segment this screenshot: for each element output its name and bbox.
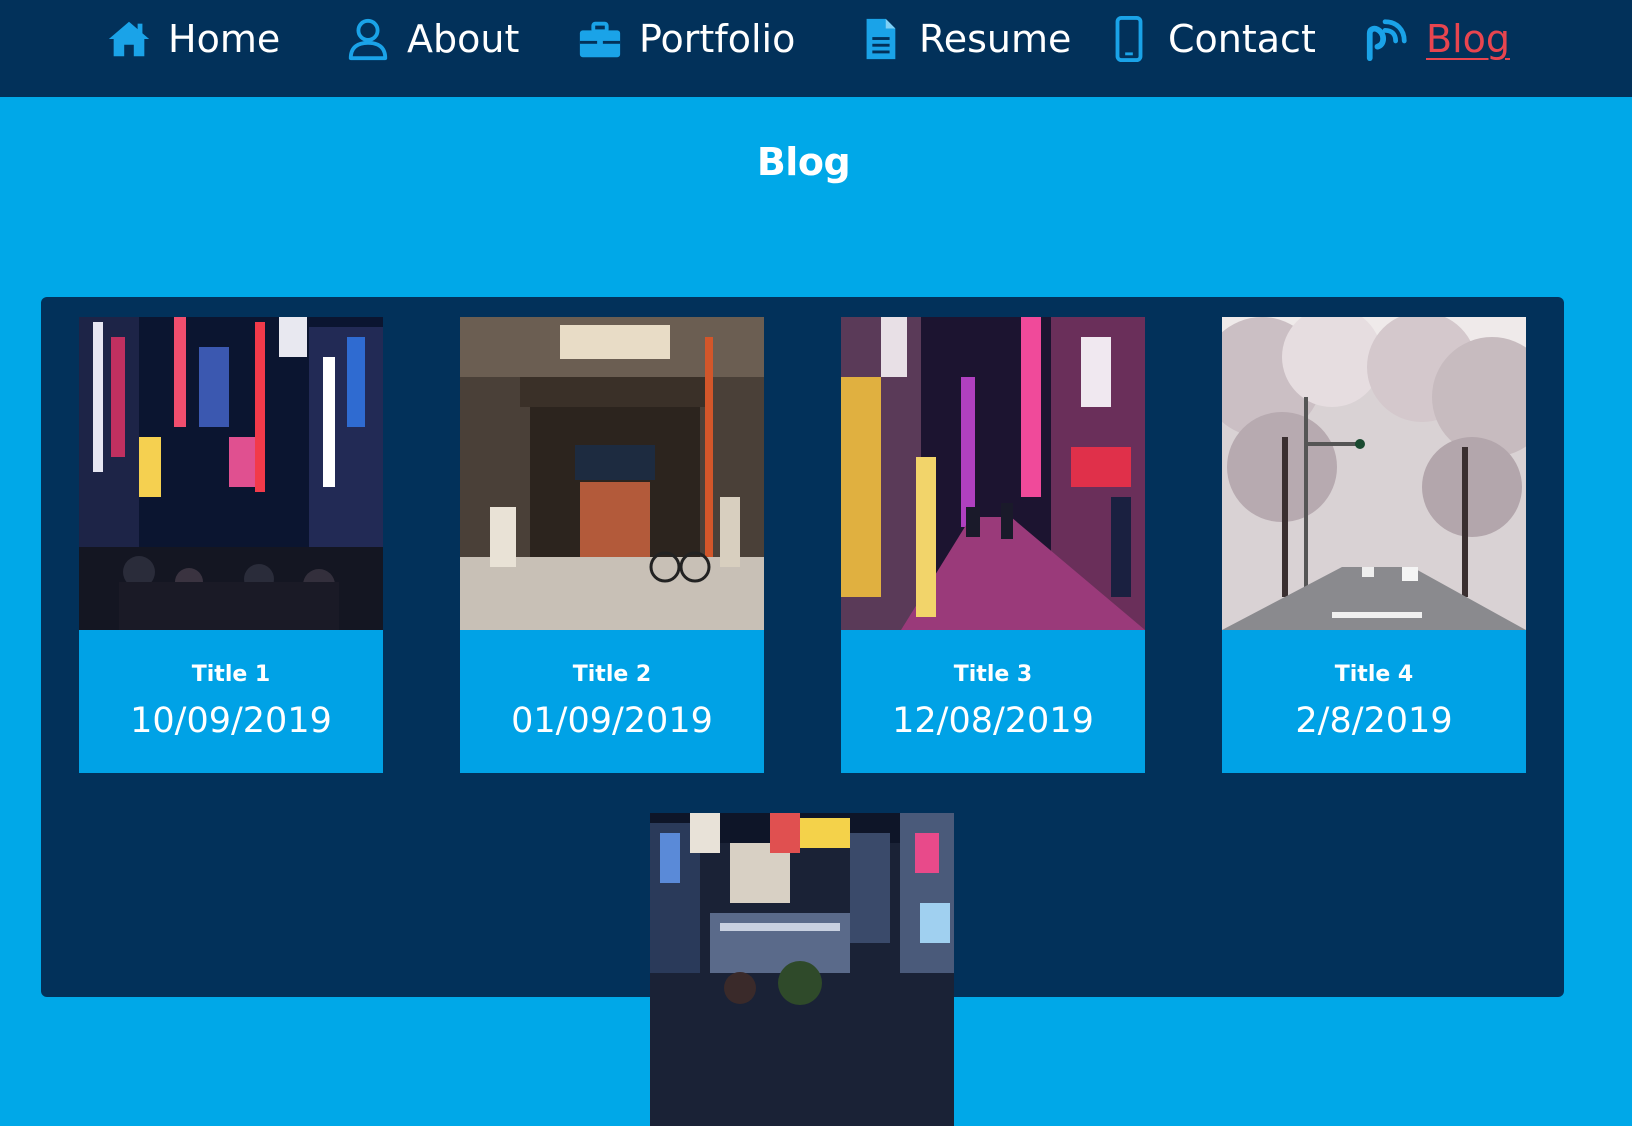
blog-card-date: 2/8/2019 [1295,701,1453,741]
cherry-blossom-street-photo[interactable] [1222,317,1526,630]
mobile-phone-icon [1106,16,1152,62]
nav-portfolio[interactable]: Portfolio [577,12,795,66]
blog-card-caption: Title 3 12/08/2019 [841,630,1145,773]
neon-city-street-night-photo[interactable] [79,317,383,630]
blog-card[interactable]: Title 1 10/09/2019 [79,317,383,773]
blog-card-title[interactable]: Title 2 [460,630,764,687]
blog-card-date: 12/08/2019 [892,701,1094,741]
blog-card-caption: Title 4 2/8/2019 [1222,630,1526,773]
blog-card[interactable]: Title 3 12/08/2019 [841,317,1145,773]
user-icon [345,16,391,62]
blog-card-caption: Title 1 10/09/2019 [79,630,383,773]
nav-blog-label: Blog [1426,17,1510,61]
blog-card[interactable]: Title 2 01/09/2019 [460,317,764,773]
top-navigation: Home About Portfolio Resume Contact Blog [0,0,1632,97]
blog-card[interactable]: Title 4 2/8/2019 [1222,317,1526,773]
nav-home-label: Home [168,17,281,61]
nav-blog[interactable]: Blog [1364,12,1510,66]
nav-home[interactable]: Home [106,12,280,66]
blog-card-date: 01/09/2019 [511,701,713,741]
blog-card-title[interactable]: Title 3 [841,630,1145,687]
document-icon [857,16,903,62]
nav-contact-label: Contact [1168,17,1316,61]
blog-card-title[interactable]: Title 4 [1222,630,1526,687]
blog-posts-panel: Title 1 10/09/2019 Title 2 01/09/2019 Ti… [41,297,1564,1126]
home-icon [106,16,152,62]
blog-card-caption: Title 2 01/09/2019 [460,630,764,773]
nav-contact[interactable]: Contact [1106,12,1316,66]
briefcase-icon [577,16,623,62]
japanese-shopfront-photo[interactable] [460,317,764,630]
blog-card-title[interactable]: Title 1 [79,630,383,687]
page-title: Blog [756,140,851,184]
blog-card-date: 10/09/2019 [130,701,332,741]
nav-resume-label: Resume [919,17,1072,61]
pink-neon-alley-photo[interactable] [841,317,1145,630]
nav-about[interactable]: About [345,12,519,66]
nav-portfolio-label: Portfolio [639,17,796,61]
nav-resume[interactable]: Resume [857,12,1071,66]
rss-feed-icon [1364,16,1410,62]
nav-about-label: About [407,17,520,61]
